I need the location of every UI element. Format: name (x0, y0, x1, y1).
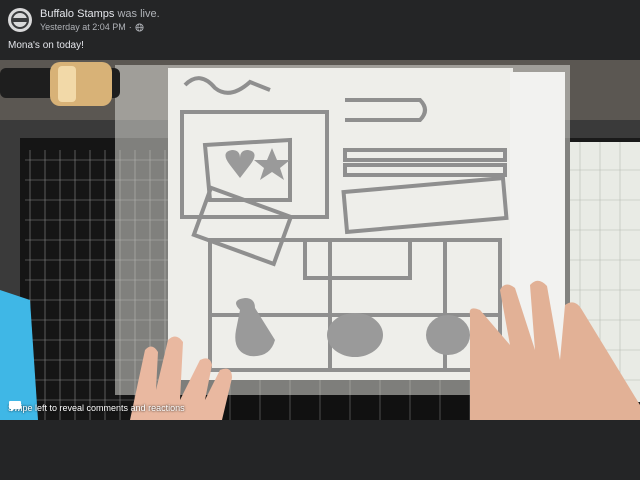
post-action-text: was live. (114, 8, 160, 20)
live-video-player[interactable]: Swipe left to reveal comments and reacti… (0, 60, 640, 420)
meta-separator: · (128, 22, 132, 32)
page-avatar[interactable] (8, 8, 32, 32)
video-frame (0, 60, 640, 420)
post-text: Mona's on today! (8, 40, 84, 51)
post-timestamp[interactable]: Yesterday at 2:04 PM (40, 22, 126, 32)
comments-hint-text: Swipe left to reveal comments and reacti… (8, 403, 185, 413)
post-meta: Yesterday at 2:04 PM · (40, 22, 144, 32)
author-name-link[interactable]: Buffalo Stamps (40, 8, 114, 20)
bottom-bar (0, 420, 640, 480)
speech-bubble-icon (9, 401, 21, 412)
avatar-logo-bar (13, 18, 27, 22)
post-header: Buffalo Stamps was live. Yesterday at 2:… (0, 0, 640, 60)
author-line: Buffalo Stamps was live. (40, 8, 160, 20)
globe-icon (135, 22, 144, 32)
comments-hint[interactable]: Swipe left to reveal comments and reacti… (8, 400, 185, 416)
